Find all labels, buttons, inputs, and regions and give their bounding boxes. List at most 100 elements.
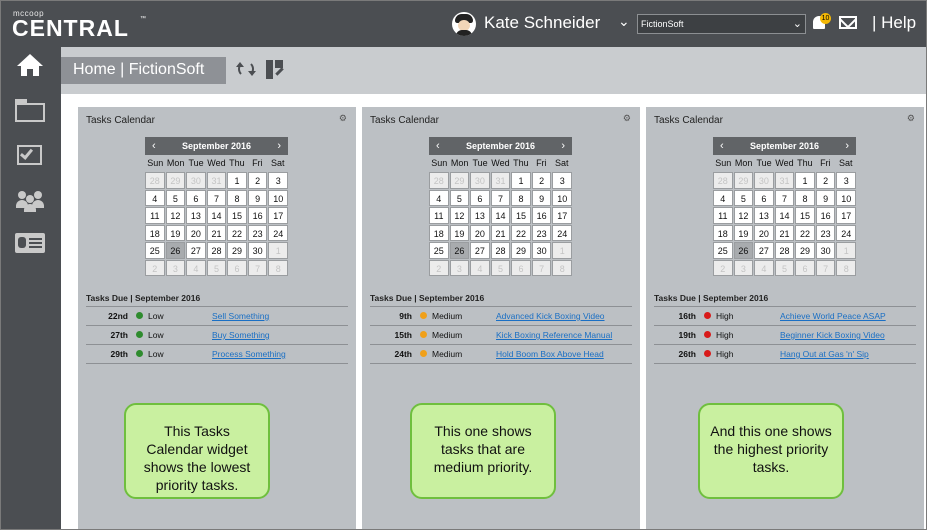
calendar-day[interactable]: 16 [247, 207, 268, 224]
calendar-day[interactable]: 4 [145, 189, 165, 206]
calendar-day[interactable]: 8 [836, 259, 856, 276]
calendar-day[interactable]: 19 [733, 224, 754, 241]
calendar-day[interactable]: 27 [470, 242, 490, 259]
user-avatar[interactable] [452, 12, 476, 36]
calendar-day[interactable]: 6 [795, 259, 815, 276]
home-icon[interactable] [15, 54, 45, 78]
calendar-day[interactable]: 23 [531, 224, 552, 241]
app-logo[interactable]: mccoop CENTRAL ™ [12, 9, 147, 41]
calendar-day[interactable]: 25 [429, 242, 449, 259]
calendar-day[interactable]: 2 [531, 172, 552, 189]
calendar-day[interactable]: 30 [815, 242, 836, 259]
calendar-day[interactable]: 4 [186, 259, 206, 276]
calendar-day[interactable]: 9 [815, 189, 836, 206]
calendar-day[interactable]: 24 [268, 224, 288, 241]
task-link[interactable]: Beginner Kick Boxing Video [780, 326, 916, 344]
calendar-day[interactable]: 25 [145, 242, 165, 259]
gear-icon[interactable]: ⚙ [339, 113, 347, 124]
help-link[interactable]: | Help [872, 13, 916, 33]
calendar-day[interactable]: 30 [531, 242, 552, 259]
calendar-day[interactable]: 14 [774, 207, 795, 224]
calendar-day[interactable]: 10 [552, 189, 572, 206]
calendar-day[interactable]: 4 [470, 259, 490, 276]
calendar-day[interactable]: 6 [511, 259, 531, 276]
calendar-day[interactable]: 5 [733, 189, 754, 206]
calendar-day[interactable]: 8 [227, 189, 247, 206]
calendar-day[interactable]: 20 [186, 224, 206, 241]
contact-card-icon[interactable] [15, 233, 45, 257]
calendar-day[interactable]: 1 [795, 172, 815, 189]
calendar-day[interactable]: 28 [145, 172, 165, 189]
calendar-day[interactable]: 29 [795, 242, 815, 259]
user-name[interactable]: Kate Schneider [484, 13, 600, 33]
calendar-day[interactable]: 2 [145, 259, 165, 276]
calendar-day[interactable]: 8 [552, 259, 572, 276]
folder-icon[interactable] [15, 99, 45, 123]
calendar-day[interactable]: 29 [165, 172, 186, 189]
task-link[interactable]: Process Something [212, 345, 348, 363]
calendar-day[interactable]: 11 [145, 207, 165, 224]
calendar-day[interactable]: 6 [470, 189, 490, 206]
calendar-day[interactable]: 22 [795, 224, 815, 241]
calendar-day[interactable]: 3 [268, 172, 288, 189]
calendar-day[interactable]: 22 [511, 224, 531, 241]
calendar-day[interactable]: 31 [206, 172, 227, 189]
calendar-day[interactable]: 21 [490, 224, 511, 241]
mail-icon[interactable] [839, 16, 857, 29]
calendar-day[interactable]: 5 [165, 189, 186, 206]
calendar-day[interactable]: 5 [449, 189, 470, 206]
calendar-day[interactable]: 13 [186, 207, 206, 224]
calendar-day[interactable]: 1 [836, 242, 856, 259]
calendar-day[interactable]: 7 [490, 189, 511, 206]
calendar-day[interactable]: 17 [836, 207, 856, 224]
calendar-day[interactable]: 7 [206, 189, 227, 206]
calendar-day[interactable]: 12 [733, 207, 754, 224]
calendar-day[interactable]: 15 [511, 207, 531, 224]
calendar-day[interactable]: 7 [247, 259, 268, 276]
calendar-day[interactable]: 18 [145, 224, 165, 241]
calendar-day[interactable]: 8 [795, 189, 815, 206]
calendar-day[interactable]: 8 [268, 259, 288, 276]
calendar-day[interactable]: 5 [206, 259, 227, 276]
calendar-day[interactable]: 17 [552, 207, 572, 224]
edit-layout-icon[interactable] [266, 60, 284, 79]
calendar-day[interactable]: 3 [165, 259, 186, 276]
calendar-day[interactable]: 2 [247, 172, 268, 189]
calendar-day[interactable]: 21 [774, 224, 795, 241]
calendar-day[interactable]: 9 [531, 189, 552, 206]
calendar-day[interactable]: 3 [449, 259, 470, 276]
calendar-day[interactable]: 23 [815, 224, 836, 241]
calendar-day[interactable]: 28 [206, 242, 227, 259]
calendar-day[interactable]: 15 [227, 207, 247, 224]
calendar-day[interactable]: 3 [733, 259, 754, 276]
calendar-day[interactable]: 29 [511, 242, 531, 259]
calendar-day[interactable]: 30 [247, 242, 268, 259]
organization-select[interactable]: FictionSoft ⌄ [637, 14, 806, 34]
calendar-day[interactable]: 20 [470, 224, 490, 241]
calendar-day[interactable]: 5 [490, 259, 511, 276]
calendar-day[interactable]: 19 [165, 224, 186, 241]
calendar-day[interactable]: 4 [429, 189, 449, 206]
calendar-day[interactable]: 31 [774, 172, 795, 189]
calendar-day[interactable]: 26 [165, 242, 186, 259]
calendar-day[interactable]: 15 [795, 207, 815, 224]
calendar-day[interactable]: 7 [531, 259, 552, 276]
people-icon[interactable] [15, 189, 45, 213]
calendar-day[interactable]: 24 [552, 224, 572, 241]
calendar-next-button[interactable]: › [277, 137, 281, 155]
calendar-day[interactable]: 28 [429, 172, 449, 189]
calendar-day[interactable]: 25 [713, 242, 733, 259]
calendar-day[interactable]: 4 [713, 189, 733, 206]
calendar-day[interactable]: 3 [552, 172, 572, 189]
calendar-day[interactable]: 27 [186, 242, 206, 259]
task-link[interactable]: Achieve World Peace ASAP [780, 307, 916, 325]
calendar-day[interactable]: 1 [511, 172, 531, 189]
calendar-next-button[interactable]: › [845, 137, 849, 155]
refresh-icon[interactable] [236, 61, 256, 77]
checkbox-icon[interactable] [15, 145, 45, 169]
calendar-day[interactable]: 2 [815, 172, 836, 189]
calendar-day[interactable]: 29 [449, 172, 470, 189]
gear-icon[interactable]: ⚙ [623, 113, 631, 124]
calendar-day[interactable]: 6 [227, 259, 247, 276]
calendar-day[interactable]: 4 [754, 259, 774, 276]
